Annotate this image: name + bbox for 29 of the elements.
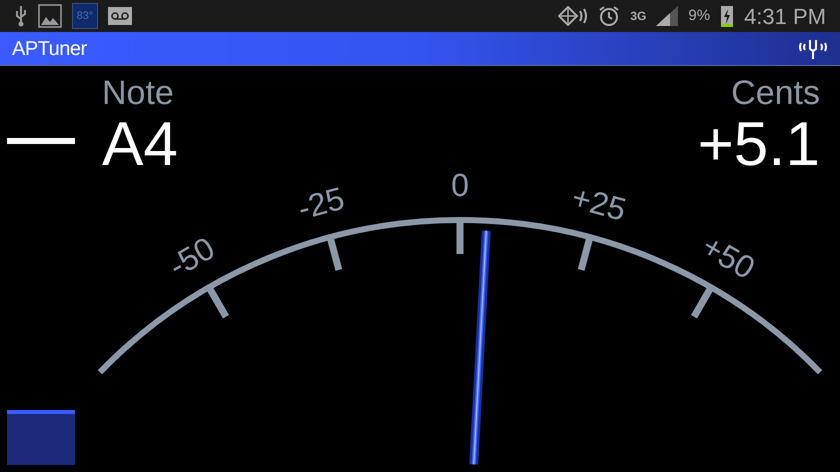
gauge-tick-label: +50 [696,228,761,286]
location-icon [558,6,588,26]
alarm-icon [598,5,620,27]
input-level-meter [7,410,75,465]
note-indicator-bar [7,138,75,144]
clock: 4:31 PM [744,2,826,30]
cents-value: +5.1 [698,114,820,176]
image-icon [38,4,62,28]
gauge-tick [456,220,464,254]
battery-charging-icon [720,4,734,28]
app-title: APTuner [12,36,87,62]
signal-icon [656,6,678,26]
cents-label: Cents [731,76,820,110]
gauge-tick [578,236,594,271]
gauge-tick-label: +25 [568,178,630,228]
gauge-tick-label: -50 [162,230,221,284]
network-type: 3G [630,10,646,22]
battery-percent: 9% [688,6,710,26]
note-label: Note [102,76,175,110]
tuning-fork-icon[interactable] [798,38,828,60]
gauge-tick-label: 0 [451,167,469,203]
temperature-badge: 83° [72,3,98,29]
usb-icon [14,5,28,27]
note-value: A4 [102,114,178,176]
gauge-tick [206,286,230,318]
gauge-tick [326,236,342,271]
gauge-tick-label: -25 [294,180,348,227]
gauge-tick [690,286,714,318]
voicemail-icon [108,7,132,25]
